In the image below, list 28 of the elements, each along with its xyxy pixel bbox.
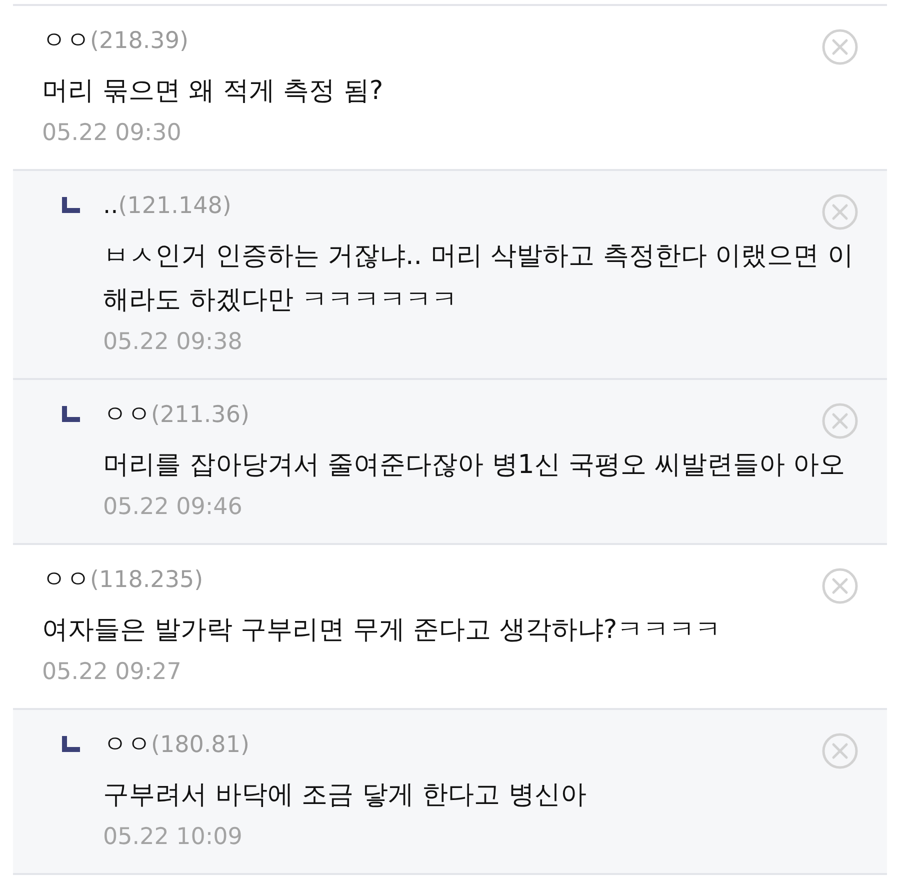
nickname: ㅇㅇ (103, 729, 151, 760)
comment-date: 05.22 09:46 (103, 493, 244, 522)
reply-corner-icon (62, 197, 80, 213)
comment-text: 머리 묶으면 왜 적게 측정 됨? (42, 75, 384, 108)
ip-address: (218.39) (90, 27, 188, 56)
close-icon[interactable] (822, 29, 858, 65)
ip-address: (121.148) (118, 192, 232, 221)
comment-date: 05.22 09:38 (103, 328, 244, 357)
ip-address: (211.36) (151, 401, 250, 430)
close-icon[interactable] (822, 403, 858, 439)
nickname: .. (103, 190, 118, 221)
ip-address: (180.81) (151, 731, 250, 760)
comment-text: 머리를 잡아당겨서 줄여준다잖아 병1신 국평오 씨발련들아 아오 (103, 449, 846, 482)
comment-text: 여자들은 발가락 구부리면 무게 준다고 생각하냐?ㅋㅋㅋㅋ (42, 614, 722, 647)
comment-date: 05.22 10:09 (103, 823, 244, 852)
comment-date: 05.22 09:27 (42, 658, 182, 687)
close-icon[interactable] (822, 194, 858, 230)
reply-corner-icon (62, 736, 80, 752)
ip-address: (118.235) (90, 566, 204, 595)
reply-corner-icon (62, 406, 80, 422)
comment-text: 구부려서 바닥에 조금 닿게 한다고 병신아 (103, 779, 588, 812)
nickname: ㅇㅇ (42, 25, 90, 56)
nickname: ㅇㅇ (42, 564, 90, 595)
comment-text: ㅂㅅ인거 인증하는 거잖냐.. 머리 삭발하고 측정한다 이랬으면 이해라도 하겠다만 ㅋㅋㅋㅋㅋㅋ (103, 240, 854, 317)
close-icon[interactable] (822, 568, 858, 604)
comment-date: 05.22 09:30 (42, 119, 182, 148)
close-icon[interactable] (822, 733, 858, 769)
nickname: ㅇㅇ (103, 399, 151, 430)
